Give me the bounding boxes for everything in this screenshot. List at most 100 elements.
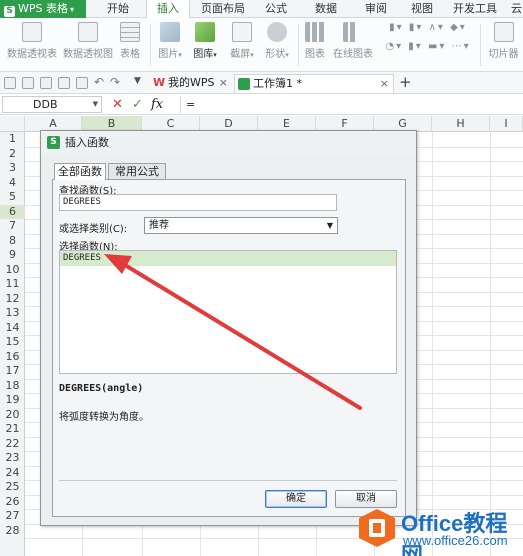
function-list[interactable]: DEGREES [59, 250, 397, 374]
pivot-table-label: 数据透视表 [7, 49, 57, 60]
ribbon-divider [480, 24, 481, 66]
row-header-17[interactable]: 17 [0, 364, 25, 379]
table-button[interactable]: 表格 [116, 22, 144, 60]
chevron-down-icon: ▾ [70, 5, 75, 14]
doc-tab-label: 工作簿1 * [253, 77, 302, 90]
export-icon[interactable] [40, 77, 52, 89]
row-header-18[interactable]: 18 [0, 379, 25, 394]
wps-logo-icon: S [47, 136, 60, 149]
bar-chart-icon [305, 22, 325, 42]
office-logo-icon [359, 509, 395, 547]
gallery-button[interactable]: 图库▾ [188, 22, 222, 60]
insert-function-icon[interactable]: fx [151, 96, 163, 113]
row-header-13[interactable]: 13 [0, 306, 25, 321]
row-header-26[interactable]: 26 [0, 495, 25, 510]
gallery-label: 图库 [193, 49, 214, 60]
tab-developer[interactable]: 开发工具 [448, 0, 502, 18]
row-header-23[interactable]: 23 [0, 451, 25, 466]
row-header-20[interactable]: 20 [0, 408, 25, 423]
wps-logo-icon: S [4, 6, 15, 17]
redo-icon[interactable]: ↷ [110, 75, 120, 89]
pivot-chart-label: 数据透视图 [63, 49, 113, 60]
row-header-15[interactable]: 15 [0, 335, 25, 350]
menu-bar: S WPS 表格 ▾ 开始 插入 页面布局 公式 数据 审阅 视图 开发工具 云 [0, 0, 523, 19]
online-chart-button[interactable]: 在线图表 [332, 22, 374, 60]
tab-view[interactable]: 视图 [404, 0, 440, 18]
undo-icon[interactable]: ↶ [94, 75, 104, 89]
close-icon[interactable]: × [219, 74, 228, 92]
tab-data[interactable]: 数据 [306, 0, 346, 18]
row-header-3[interactable]: 3 [0, 161, 25, 176]
new-tab-icon[interactable]: + [399, 73, 412, 91]
row-header-28[interactable]: 28 [0, 524, 25, 539]
screenshot-button[interactable]: 截屏▾ [226, 22, 258, 60]
row-header-22[interactable]: 22 [0, 437, 25, 452]
row-header-21[interactable]: 21 [0, 422, 25, 437]
app-name: WPS 表格 [18, 2, 68, 15]
row-header-25[interactable]: 25 [0, 480, 25, 495]
row-header-8[interactable]: 8 [0, 234, 25, 249]
insert-function-dialog: S 插入函数 全部函数 常用公式 查找函数(S): DEGREES 或选择类别(… [40, 130, 417, 526]
shapes-button[interactable]: 形状▾ [260, 22, 294, 60]
accept-formula-icon[interactable]: ✓ [132, 96, 143, 113]
doc-tab-label: 我的WPS [168, 76, 215, 89]
folder-icon[interactable] [4, 77, 16, 89]
chart-button[interactable]: 图表 [302, 22, 328, 60]
row-header-6[interactable]: 6 [0, 204, 25, 219]
close-icon[interactable]: × [380, 75, 389, 93]
row-header-12[interactable]: 12 [0, 292, 25, 307]
preview-icon[interactable] [76, 77, 88, 89]
row-header-24[interactable]: 24 [0, 466, 25, 481]
tab-common-formulas[interactable]: 常用公式 [108, 163, 166, 179]
doc-tab-my-wps[interactable]: W 我的WPS × [150, 74, 232, 93]
row-header-2[interactable]: 2 [0, 147, 25, 162]
row-header-5[interactable]: 5 [0, 190, 25, 205]
tab-formulas[interactable]: 公式 [256, 0, 296, 18]
select-all-corner[interactable] [0, 116, 25, 132]
row-header-4[interactable]: 4 [0, 176, 25, 191]
row-header-19[interactable]: 19 [0, 393, 25, 408]
chevron-down-icon[interactable]: ▼ [134, 76, 141, 86]
chevron-down-icon: ▾ [285, 51, 289, 59]
column-header-h[interactable]: H [432, 116, 490, 132]
row-header-11[interactable]: 11 [0, 277, 25, 292]
function-description: 将弧度转换为角度。 [59, 412, 149, 423]
row-header-27[interactable]: 27 [0, 509, 25, 524]
function-search-input[interactable]: DEGREES [59, 194, 337, 211]
row-header-9[interactable]: 9 [0, 248, 25, 263]
category-select[interactable]: 推荐 ▼ [144, 217, 338, 234]
chart-types-icon: ◔▾ ▮▾ ▬▾ ⋯▾ [385, 41, 471, 52]
column-header-i[interactable]: I [490, 116, 523, 132]
dialog-title-bar[interactable]: S 插入函数 [41, 131, 416, 155]
row-header-1[interactable]: 1 [0, 132, 25, 147]
tab-cloud[interactable]: 云 [510, 0, 523, 18]
name-box[interactable]: DDB ▼ [2, 96, 102, 113]
doc-tab-workbook[interactable]: 工作簿1 * × [234, 74, 394, 93]
list-item[interactable]: DEGREES [60, 251, 396, 266]
tab-page-layout[interactable]: 页面布局 [198, 0, 248, 18]
tab-review[interactable]: 审阅 [356, 0, 396, 18]
slicer-icon [493, 22, 514, 42]
cancel-formula-icon[interactable]: ✕ [112, 96, 123, 113]
print-icon[interactable] [58, 77, 70, 89]
chart-type-gallery[interactable]: ▮▾ ▮▾ ∧▾ ◆▾ ◔▾ ▮▾ ▬▾ ⋯▾ [378, 22, 478, 52]
tab-home[interactable]: 开始 [98, 0, 138, 18]
formula-input[interactable]: = [180, 96, 520, 113]
tab-insert[interactable]: 插入 [146, 0, 190, 19]
tab-all-functions[interactable]: 全部函数 [54, 163, 106, 180]
pivot-table-button[interactable]: 数据透视表 [6, 22, 58, 60]
save-icon[interactable] [22, 77, 34, 89]
row-header-14[interactable]: 14 [0, 321, 25, 336]
slicer-button[interactable]: 切片器 [484, 22, 523, 60]
row-header-10[interactable]: 10 [0, 263, 25, 278]
picture-icon [160, 22, 180, 42]
row-header-7[interactable]: 7 [0, 219, 25, 234]
ok-button[interactable]: 确定 [265, 490, 327, 508]
row-header-16[interactable]: 16 [0, 350, 25, 365]
watermark: Office教程网 www.office26.com [353, 502, 523, 556]
function-signature: DEGREES(angle) [59, 383, 144, 394]
chevron-down-icon[interactable]: ▼ [93, 97, 98, 112]
picture-button[interactable]: 图片▾ [154, 22, 186, 60]
app-menu-button[interactable]: S WPS 表格 ▾ [0, 0, 86, 18]
pivot-chart-button[interactable]: 数据透视图 [62, 22, 114, 60]
